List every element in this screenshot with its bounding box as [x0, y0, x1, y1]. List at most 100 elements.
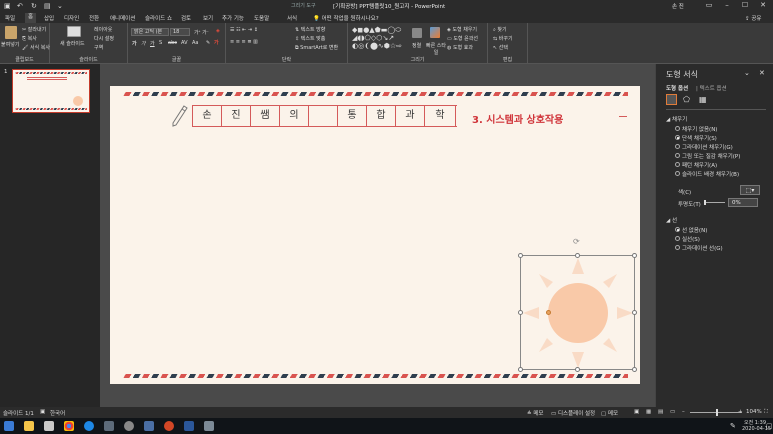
- quick-styles-button[interactable]: 빠른 스타일: [426, 42, 446, 56]
- zoom-in-icon[interactable]: +: [738, 409, 743, 415]
- slideshow-icon[interactable]: ▤: [44, 2, 51, 10]
- tab-transitions[interactable]: 전환: [89, 14, 99, 22]
- select-button[interactable]: ↖ 선택: [493, 44, 508, 51]
- line-gradient-radio[interactable]: [675, 245, 680, 250]
- arrange-icon[interactable]: [412, 28, 422, 38]
- edge-icon[interactable]: [84, 421, 94, 431]
- notification-icon[interactable]: ▢: [766, 422, 773, 430]
- app-icon-4[interactable]: [204, 421, 214, 431]
- tab-file[interactable]: 파일: [5, 14, 15, 22]
- tab-help[interactable]: 도움말: [254, 14, 269, 22]
- zoom-out-icon[interactable]: –: [682, 409, 685, 415]
- resize-handle-tl[interactable]: [518, 253, 523, 258]
- display-settings-button[interactable]: ▭ 디스플레이 설정: [551, 409, 595, 417]
- fill-pattern-radio[interactable]: [675, 162, 680, 167]
- font-size-select[interactable]: 18: [170, 28, 190, 36]
- tab-review[interactable]: 검토: [181, 14, 191, 22]
- ribbon-display-icon[interactable]: ▭: [700, 1, 718, 11]
- italic-icon[interactable]: 가: [141, 40, 146, 47]
- arrange-button[interactable]: 정렬: [412, 42, 421, 49]
- slide[interactable]: 손 진 쌤 의 통 합 과 학 3. 시스템과 상호작용 ⟳: [110, 86, 640, 384]
- slideshow-view-icon[interactable]: ▭: [670, 409, 675, 415]
- normal-view-icon[interactable]: ▣: [634, 409, 639, 415]
- replace-button[interactable]: ⇆ 바꾸기: [493, 35, 513, 42]
- fill-none-radio[interactable]: [675, 126, 680, 131]
- app-icon-1[interactable]: [104, 421, 114, 431]
- effects-icon[interactable]: ⬠: [683, 95, 690, 104]
- section-button[interactable]: 구역: [94, 44, 103, 51]
- shape-outline-button[interactable]: ▭ 도형 윤곽선: [447, 35, 478, 42]
- language-label[interactable]: 한국어: [50, 409, 65, 417]
- user-name[interactable]: 손 진: [672, 2, 684, 10]
- save-icon[interactable]: ▣: [4, 2, 11, 10]
- transparency-input[interactable]: 0%: [728, 198, 758, 207]
- explorer-icon[interactable]: [24, 421, 34, 431]
- pane-close-button[interactable]: ✕: [759, 69, 765, 77]
- copy-button[interactable]: ⎘ 복사: [22, 35, 37, 42]
- shape-fill-button[interactable]: ◈ 도형 채우기: [447, 26, 477, 33]
- tab-insert[interactable]: 삽입: [44, 14, 54, 22]
- tray-icon[interactable]: ✎: [730, 422, 736, 430]
- resize-handle-br[interactable]: [632, 367, 637, 372]
- sorter-view-icon[interactable]: ▦: [646, 409, 651, 415]
- format-painter-button[interactable]: 🖌 서식 복사: [22, 44, 50, 51]
- underline-icon[interactable]: 가: [150, 40, 155, 47]
- fit-slide-icon[interactable]: ⛶: [764, 409, 768, 416]
- tab-animations[interactable]: 애니메이션: [110, 14, 135, 22]
- resize-handle-r[interactable]: [632, 310, 637, 315]
- tab-format[interactable]: 서식: [287, 14, 297, 22]
- resize-handle-t[interactable]: [575, 253, 580, 258]
- adjust-handle[interactable]: [546, 310, 551, 315]
- spellcheck-icon[interactable]: ▣: [40, 409, 45, 415]
- case-icon[interactable]: Aa: [192, 40, 198, 46]
- powerpoint-icon[interactable]: [164, 421, 174, 431]
- tab-view[interactable]: 보기: [203, 14, 213, 22]
- shape-options-tab[interactable]: 도형 옵션: [666, 84, 688, 92]
- shape-effect-button[interactable]: ◍ 도형 효과: [447, 44, 473, 51]
- comments-button[interactable]: ▢ 메모: [601, 409, 618, 417]
- clock-time[interactable]: 오전 1:39: [744, 419, 766, 426]
- smartart-button[interactable]: ⧉ SmartArt로 변환: [295, 44, 338, 51]
- text-options-tab[interactable]: | 텍스트 옵션: [696, 84, 727, 92]
- reading-view-icon[interactable]: ▤: [658, 409, 663, 415]
- find-button[interactable]: ⌕ 찾기: [493, 26, 507, 33]
- paste-button[interactable]: 붙여넣기: [1, 41, 19, 48]
- layout-button[interactable]: 레이아웃: [94, 26, 112, 33]
- zoom-level[interactable]: 104%: [746, 409, 762, 415]
- fill-solid-radio[interactable]: [675, 135, 680, 140]
- fill-gradient-radio[interactable]: [675, 144, 680, 149]
- tab-addins[interactable]: 추가 기능: [222, 14, 244, 22]
- bold-icon[interactable]: 가: [132, 40, 137, 47]
- font-grow-icon[interactable]: 가ᐩ 가ᐨ: [194, 29, 209, 36]
- quick-styles-icon[interactable]: [430, 27, 440, 38]
- maximize-button[interactable]: ☐: [736, 1, 754, 11]
- app-icon-3[interactable]: [144, 421, 154, 431]
- start-icon[interactable]: [4, 421, 14, 431]
- color-picker-button[interactable]: ⬚▾: [740, 185, 760, 195]
- store-icon[interactable]: [44, 421, 54, 431]
- minimize-button[interactable]: –: [718, 1, 736, 11]
- line-solid-radio[interactable]: [675, 236, 680, 241]
- resize-handle-b[interactable]: [575, 367, 580, 372]
- align-icons[interactable]: ≡ ≡ ≡ ≣ ▥: [230, 39, 258, 45]
- cut-button[interactable]: ✂ 잘라내기: [22, 26, 46, 33]
- resize-handle-bl[interactable]: [518, 367, 523, 372]
- chrome-icon[interactable]: [64, 421, 74, 431]
- paste-icon[interactable]: [5, 26, 17, 39]
- slide-subtitle[interactable]: 3. 시스템과 상호작용: [472, 111, 563, 126]
- fill-line-icon[interactable]: [666, 94, 677, 105]
- bullet-icon[interactable]: ☰ ☷ ⇤ ⇥ ↕: [230, 27, 258, 33]
- slide-thumbnail-1[interactable]: [12, 69, 90, 113]
- tab-slideshow[interactable]: 슬라이드 쇼: [145, 14, 172, 22]
- line-none-radio[interactable]: [675, 227, 680, 232]
- new-slide-button[interactable]: 새 슬라이드: [60, 40, 85, 47]
- clear-format-icon[interactable]: ◈: [216, 28, 220, 34]
- tab-home[interactable]: 홈: [25, 13, 37, 23]
- new-slide-icon[interactable]: [67, 26, 81, 37]
- font-name-select[interactable]: 맑은 고딕 (본: [131, 28, 169, 36]
- fill-section-toggle[interactable]: ◢ 채우기: [666, 115, 687, 123]
- notes-button[interactable]: ≙ 메모: [527, 409, 543, 417]
- pane-options-icon[interactable]: ⌄: [744, 69, 750, 77]
- word-icon[interactable]: [184, 421, 194, 431]
- zoom-slider-thumb[interactable]: [716, 409, 718, 416]
